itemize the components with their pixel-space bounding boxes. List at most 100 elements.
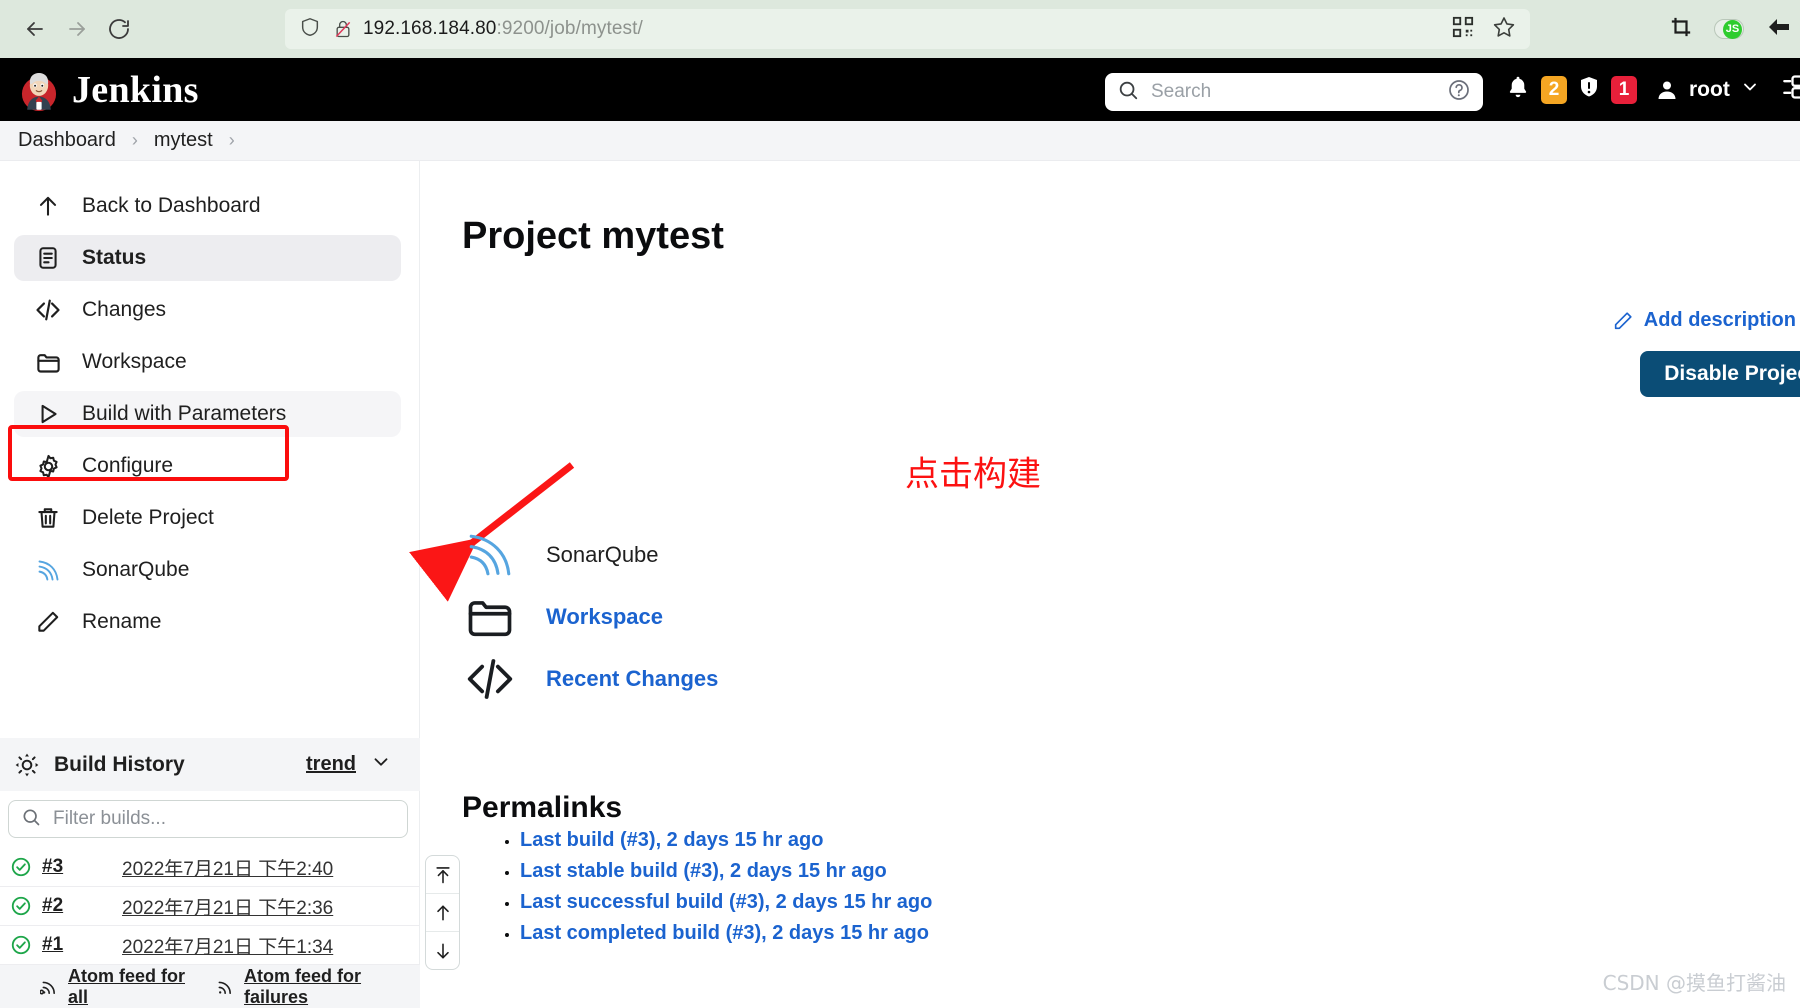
build-filter-box[interactable] — [8, 800, 408, 838]
crop-icon[interactable] — [1670, 16, 1692, 43]
permalinks-title: Permalinks — [462, 790, 623, 824]
notification-count-badge[interactable]: 2 — [1541, 75, 1567, 104]
shield-icon — [299, 16, 321, 43]
trash-icon — [32, 502, 64, 534]
rss-icon — [216, 977, 236, 997]
js-toggle-label: JS — [1723, 19, 1742, 39]
code-icon — [462, 651, 518, 707]
sidebar-item-changes[interactable]: Changes — [14, 287, 401, 333]
permalink-last-completed-build[interactable]: Last completed build (#3), 2 days 15 hr … — [520, 922, 929, 944]
atom-feed-for-failures-link[interactable]: Atom feed for failures — [216, 966, 420, 1008]
jenkins-brand-title: Jenkins — [72, 68, 199, 111]
build-date-link[interactable]: 2022年7月21日 下午1:34 — [122, 932, 333, 959]
gear-icon — [32, 450, 64, 482]
build-status-success-icon — [10, 895, 32, 917]
sidebar-item-label: Workspace — [82, 350, 187, 373]
permalink-last-successful-build[interactable]: Last successful build (#3), 2 days 15 hr… — [520, 891, 932, 913]
breadcrumb-item-mytest[interactable]: mytest — [154, 129, 213, 152]
sonarqube-icon — [32, 554, 64, 586]
atom-feed-label: Atom feed for failures — [244, 965, 362, 1007]
url-bar[interactable]: 192.168.184.80:9200/job/mytest/ — [285, 9, 1530, 49]
qr-code-icon[interactable] — [1452, 16, 1474, 43]
browser-back-button[interactable] — [14, 8, 56, 50]
build-history-trend-link[interactable]: trend — [306, 753, 356, 776]
header-actions: 2 1 root — [1505, 58, 1800, 121]
atom-feeds-bar: Atom feed for all Atom feed for failures — [0, 965, 420, 1008]
sidebar-item-build-with-parameters[interactable]: Build with Parameters — [14, 391, 401, 437]
breadcrumb-separator: › — [228, 130, 235, 150]
url-text: 192.168.184.80:9200/job/mytest/ — [363, 18, 643, 39]
jenkins-header: Jenkins 2 1 root — [0, 58, 1800, 121]
bell-icon[interactable] — [1505, 74, 1531, 105]
sidebar-item-label: Rename — [82, 610, 162, 633]
main-content: Project mytest 点击构建 SonarQube Workspace … — [409, 161, 1800, 1008]
permalink-last-stable-build[interactable]: Last stable build (#3), 2 days 15 hr ago — [520, 860, 887, 882]
chevron-down-icon[interactable] — [370, 751, 392, 778]
question-circle-icon[interactable] — [1447, 78, 1471, 107]
add-description-link[interactable]: Add description — [1612, 309, 1796, 332]
main-link-label: SonarQube — [546, 542, 659, 567]
list-item: Last successful build (#3), 2 days 15 hr… — [520, 891, 932, 914]
search-icon — [1117, 79, 1139, 106]
arrow-up-icon — [32, 190, 64, 222]
disable-project-button[interactable]: Disable Project — [1640, 351, 1800, 397]
breadcrumb: Dashboard › mytest › — [0, 121, 1800, 161]
sidebar-item-label: Build with Parameters — [82, 402, 287, 425]
person-icon — [1655, 78, 1679, 102]
build-row[interactable]: #3 2022年7月21日 下午2:40 — [0, 848, 420, 887]
code-icon — [32, 294, 64, 326]
list-item: Last build (#3), 2 days 15 hr ago — [520, 829, 932, 852]
search-box[interactable] — [1105, 73, 1483, 111]
build-date-link[interactable]: 2022年7月21日 下午2:36 — [122, 893, 333, 920]
document-icon — [32, 242, 64, 274]
build-history-icon — [14, 752, 40, 778]
atom-feed-for-all-link[interactable]: Atom feed for all — [40, 966, 202, 1008]
main-link-recent-changes[interactable]: Recent Changes — [462, 651, 718, 707]
list-item: Last stable build (#3), 2 days 15 hr ago — [520, 860, 932, 883]
sidebar-item-label: Status — [82, 246, 147, 269]
sidebar-item-status[interactable]: Status — [14, 235, 401, 281]
sidebar-item-label: Back to Dashboard — [82, 194, 261, 217]
build-status-success-icon — [10, 856, 32, 878]
build-number-link[interactable]: #2 — [42, 895, 112, 917]
build-row[interactable]: #2 2022年7月21日 下午2:36 — [0, 887, 420, 926]
build-history-title: Build History — [54, 752, 185, 776]
sidebar-item-label: SonarQube — [82, 558, 190, 581]
add-description-label: Add description — [1643, 309, 1796, 331]
main-link-sonarqube[interactable]: SonarQube — [462, 527, 659, 583]
breadcrumb-separator: › — [131, 130, 138, 150]
pencil-icon — [32, 606, 64, 638]
folder-icon — [462, 589, 518, 645]
main-link-workspace[interactable]: Workspace — [462, 589, 663, 645]
star-icon[interactable] — [1492, 15, 1516, 44]
build-history-list: #3 2022年7月21日 下午2:40 #2 2022年7月21日 下午2:3… — [0, 848, 420, 965]
shield-exclamation-icon[interactable] — [1577, 74, 1601, 105]
browser-extensions-area: JS — [1670, 8, 1792, 50]
build-status-success-icon — [10, 934, 32, 956]
jenkins-home-link[interactable]: Jenkins — [18, 68, 199, 112]
permalink-last-build[interactable]: Last build (#3), 2 days 15 hr ago — [520, 829, 823, 851]
jenkins-logo-icon — [21, 72, 57, 111]
chevron-down-icon[interactable] — [1740, 77, 1760, 102]
sidebar-toggle-icon[interactable] — [1782, 73, 1800, 106]
browser-forward-button[interactable] — [56, 8, 98, 50]
sidebar-item-workspace[interactable]: Workspace — [14, 339, 401, 385]
search-input[interactable] — [1149, 80, 1447, 104]
build-row[interactable]: #1 2022年7月21日 下午1:34 — [0, 926, 420, 965]
build-filter-input[interactable] — [51, 807, 395, 831]
list-item: Last completed build (#3), 2 days 15 hr … — [520, 922, 932, 945]
js-toggle-button[interactable]: JS — [1714, 19, 1744, 39]
user-menu-label[interactable]: root — [1689, 78, 1730, 102]
build-date-link[interactable]: 2022年7月21日 下午2:40 — [122, 854, 333, 881]
broken-lock-icon[interactable] — [333, 18, 353, 40]
sidebar-item-label: Delete Project — [82, 506, 214, 529]
build-number-link[interactable]: #3 — [42, 856, 112, 878]
sidebar-item-back-to-dashboard[interactable]: Back to Dashboard — [14, 183, 401, 229]
build-number-link[interactable]: #1 — [42, 934, 112, 956]
breadcrumb-item-dashboard[interactable]: Dashboard — [18, 129, 116, 152]
security-count-badge[interactable]: 1 — [1611, 75, 1637, 104]
browser-reload-button[interactable] — [98, 8, 140, 50]
browser-toolbar: 192.168.184.80:9200/job/mytest/ JS — [0, 0, 1800, 58]
build-history-header: Build History trend — [0, 738, 420, 791]
pocket-back-icon[interactable] — [1766, 15, 1792, 44]
